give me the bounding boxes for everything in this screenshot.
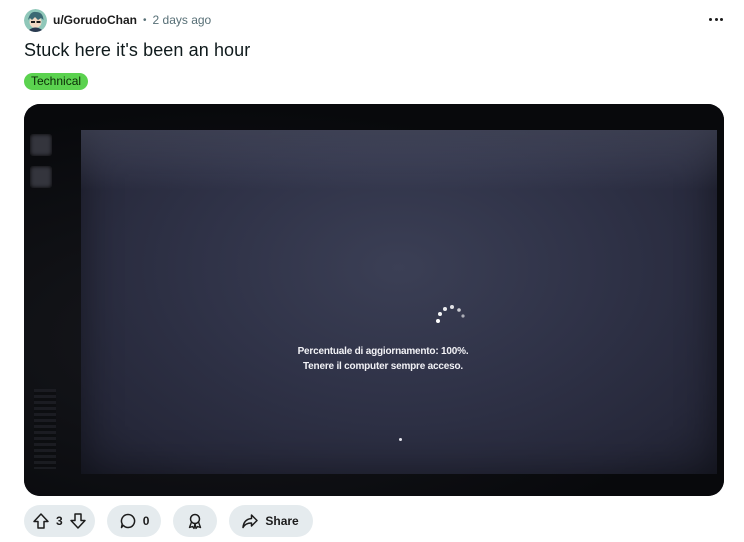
more-options-button[interactable] bbox=[702, 8, 730, 30]
author-username[interactable]: u/GorudoChan bbox=[53, 13, 137, 27]
more-horizontal-icon bbox=[709, 17, 713, 21]
arrow-up-icon bbox=[33, 513, 49, 529]
more-horizontal-icon bbox=[714, 17, 718, 21]
bezel-button bbox=[30, 134, 52, 156]
share-button[interactable]: Share bbox=[229, 505, 313, 537]
laptop-screen: Percentuale di aggiornamento: 100%. Tene… bbox=[81, 130, 717, 474]
update-status-text: Percentuale di aggiornamento: 100%. bbox=[297, 346, 469, 357]
bezel-buttons bbox=[30, 134, 56, 194]
comment-bubble-icon bbox=[120, 513, 136, 529]
award-icon bbox=[189, 513, 202, 530]
arrow-down-icon bbox=[69, 513, 86, 529]
share-arrow-icon bbox=[242, 514, 259, 529]
more-horizontal-icon bbox=[719, 17, 723, 21]
post-image[interactable]: Percentuale di aggiornamento: 100%. Tene… bbox=[24, 104, 724, 496]
post-title[interactable]: Stuck here it's been an hour bbox=[24, 40, 250, 61]
cursor-dot bbox=[399, 438, 402, 441]
bezel-vent bbox=[34, 389, 56, 469]
loading-spinner-icon bbox=[436, 305, 465, 323]
post-header: u/GorudoChan • 2 days ago bbox=[24, 8, 211, 32]
screen-glare bbox=[81, 130, 717, 190]
bezel-button bbox=[30, 166, 52, 188]
award-button[interactable] bbox=[173, 505, 218, 537]
post-actions: 3 0 Share bbox=[24, 505, 313, 537]
keep-on-text: Tenere il computer sempre acceso. bbox=[303, 361, 463, 372]
comment-count: 0 bbox=[142, 514, 150, 528]
share-label: Share bbox=[265, 514, 299, 528]
avatar[interactable] bbox=[24, 8, 47, 32]
post-timestamp: 2 days ago bbox=[152, 13, 212, 27]
vote-count: 3 bbox=[56, 514, 63, 528]
meta-separator: • bbox=[143, 14, 147, 26]
vote-bar: 3 bbox=[24, 505, 95, 537]
post-flair[interactable]: Technical bbox=[24, 73, 89, 90]
post-card: u/GorudoChan • 2 days ago Stuck here it'… bbox=[0, 0, 744, 542]
upvote-button[interactable] bbox=[30, 510, 52, 532]
downvote-button[interactable] bbox=[67, 510, 89, 532]
comments-button[interactable]: 0 bbox=[106, 505, 162, 537]
